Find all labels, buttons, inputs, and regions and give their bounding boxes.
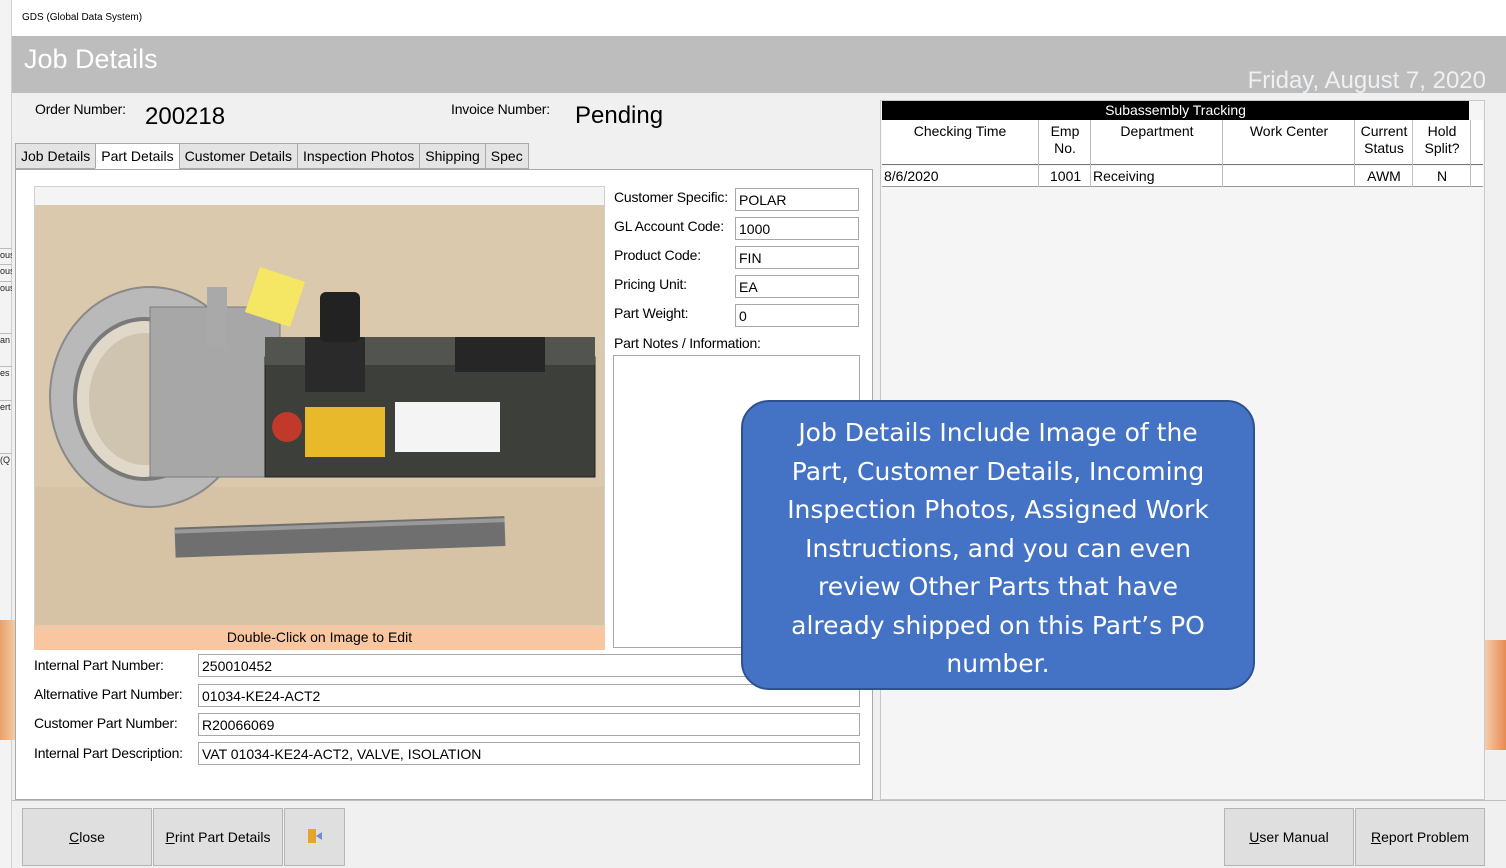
- column-divider: [1090, 120, 1091, 187]
- tab-customer-details[interactable]: Customer Details: [178, 143, 297, 169]
- internal-part-number-label: Internal Part Number:: [34, 657, 164, 673]
- order-number-label: Order Number:: [35, 101, 126, 117]
- close-button-accelerator: C: [69, 829, 80, 845]
- invoice-number-value: Pending: [575, 102, 664, 129]
- background-decoration: [1484, 640, 1506, 750]
- column-divider: [1470, 120, 1471, 187]
- customer-part-number-field[interactable]: R20066069: [198, 713, 860, 736]
- tab-spec[interactable]: Spec: [484, 143, 529, 169]
- product-code-label: Product Code:: [614, 247, 701, 263]
- column-divider: [1354, 120, 1355, 187]
- tab-job-details[interactable]: Job Details: [15, 143, 96, 169]
- background-app-text: es: [0, 366, 12, 379]
- window-title: GDS (Global Data System): [22, 12, 143, 23]
- part-weight-field[interactable]: 0: [735, 304, 859, 327]
- background-app-text: an: [0, 333, 12, 345]
- part-weight-label: Part Weight:: [614, 305, 689, 321]
- cell-department: Receiving: [1093, 168, 1155, 184]
- column-header-work-center[interactable]: Work Center: [1224, 123, 1354, 140]
- customer-specific-field[interactable]: POLAR: [735, 188, 859, 211]
- gl-account-label: GL Account Code:: [614, 218, 724, 234]
- column-header-department[interactable]: Department: [1092, 123, 1222, 140]
- user-manual-button[interactable]: User Manual: [1224, 808, 1354, 866]
- column-divider: [1038, 120, 1039, 187]
- background-app-text: ous: [0, 264, 12, 276]
- internal-part-description-label: Internal Part Description:: [34, 745, 183, 761]
- pricing-unit-field[interactable]: EA: [735, 275, 859, 298]
- part-notes-label: Part Notes / Information:: [614, 335, 761, 351]
- image-caption: Double-Click on Image to Edit: [34, 626, 605, 650]
- column-header-hold-split[interactable]: Hold Split?: [1414, 123, 1470, 157]
- report-problem-button[interactable]: Report Problem: [1355, 808, 1485, 866]
- cell-hold-split: N: [1436, 168, 1448, 184]
- feature-callout: Job Details Include Image of the Part, C…: [741, 400, 1255, 690]
- order-number-value: 200218: [145, 103, 226, 130]
- customer-part-number-label: Customer Part Number:: [34, 715, 178, 731]
- product-code-field[interactable]: FIN: [735, 246, 859, 269]
- close-button[interactable]: Close: [22, 808, 152, 866]
- cell-emp-no: 1001: [1050, 168, 1082, 184]
- column-header-emp-no[interactable]: Emp No.: [1040, 123, 1090, 157]
- background-app-text: ous: [0, 281, 12, 293]
- tab-bar: Job Details Part Details Customer Detail…: [15, 143, 529, 169]
- pricing-unit-label: Pricing Unit:: [614, 276, 687, 292]
- gl-account-field[interactable]: 1000: [735, 217, 859, 240]
- print-button-accelerator: P: [165, 829, 175, 845]
- alternative-part-number-label: Alternative Part Number:: [34, 686, 183, 702]
- part-image[interactable]: [34, 186, 605, 626]
- background-app-text: ert: [0, 400, 12, 412]
- close-button-label: lose: [79, 829, 105, 845]
- subassembly-tracking-title: Subassembly Tracking: [882, 101, 1469, 120]
- print-part-details-button[interactable]: Print Part Details: [153, 808, 283, 866]
- page-header: Job Details Friday, August 7, 2020: [12, 36, 1506, 94]
- tab-inspection-photos[interactable]: Inspection Photos: [297, 143, 420, 169]
- customer-specific-label: Customer Specific:: [614, 189, 728, 205]
- column-header-current-status[interactable]: Current Status: [1356, 123, 1412, 157]
- exit-icon: [307, 829, 322, 843]
- column-divider: [1412, 120, 1413, 187]
- cell-checking-time: 8/6/2020: [884, 168, 939, 184]
- background-app-text: ous: [0, 248, 12, 260]
- internal-part-description-field[interactable]: VAT 01034-KE24-ACT2, VALVE, ISOLATION: [198, 742, 860, 765]
- tab-part-details[interactable]: Part Details: [95, 143, 179, 169]
- manual-button-accelerator: U: [1249, 829, 1260, 845]
- window-titlebar: GDS (Global Data System): [12, 0, 1506, 36]
- report-button-accelerator: R: [1370, 829, 1382, 845]
- current-date: Friday, August 7, 2020: [1247, 67, 1486, 94]
- tab-shipping[interactable]: Shipping: [419, 143, 485, 169]
- report-button-label: eport Problem: [1381, 829, 1470, 845]
- print-button-label: rint Part Details: [174, 829, 271, 845]
- page-title: Job Details: [24, 44, 158, 74]
- exit-button[interactable]: [284, 808, 345, 866]
- background-app-text: (Q: [0, 453, 12, 465]
- column-divider: [1222, 120, 1223, 187]
- manual-button-label: ser Manual: [1259, 829, 1329, 845]
- valve-photo-illustration: [35, 187, 604, 625]
- invoice-number-label: Invoice Number:: [451, 101, 550, 117]
- cell-current-status: AWM: [1367, 168, 1401, 184]
- column-header-checking-time[interactable]: Checking Time: [882, 123, 1038, 140]
